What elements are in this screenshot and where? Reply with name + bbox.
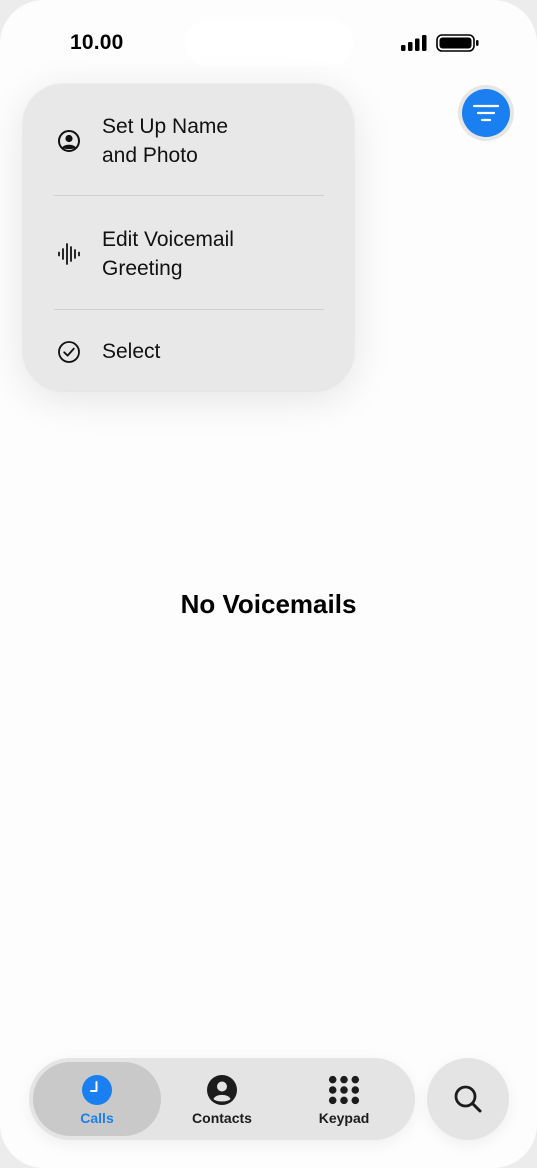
checkmark-circle-icon: [57, 340, 81, 364]
menu-item-label: Select: [102, 340, 161, 363]
menu-item-select[interactable]: Select: [23, 334, 354, 370]
cellular-signal-icon: [401, 35, 427, 51]
tab-contacts[interactable]: Contacts: [158, 1062, 286, 1136]
search-button[interactable]: [427, 1058, 509, 1140]
options-menu: Set Up Name and Photo Edit Voicemail Gre…: [23, 84, 354, 391]
menu-divider: [54, 195, 324, 196]
filter-button-inner: [462, 89, 510, 137]
menu-item-label: Set Up Name and Photo: [102, 115, 229, 167]
keypad-icon: [328, 1074, 360, 1106]
tab-bar: Calls Contacts Keypad: [29, 1058, 415, 1140]
status-time: 10.00: [70, 31, 124, 54]
waveform-icon: [57, 242, 81, 266]
tab-label: Calls: [80, 1110, 114, 1126]
phone-screen: 10.00 Set Up Name and Photo Edit Voicema…: [0, 0, 537, 1168]
menu-item-label: Edit Voicemail Greeting: [102, 228, 234, 280]
tab-label: Contacts: [192, 1110, 252, 1126]
person-icon: [206, 1074, 238, 1106]
empty-state-title: No Voicemails: [180, 589, 357, 619]
person-circle-icon: [57, 129, 81, 153]
battery-icon: [436, 34, 479, 52]
menu-item-set-up-name-photo[interactable]: Set Up Name and Photo: [23, 108, 354, 174]
filter-icon: [472, 104, 500, 122]
tab-keypad[interactable]: Keypad: [280, 1062, 408, 1136]
dynamic-island: [185, 20, 353, 66]
menu-item-edit-voicemail-greeting[interactable]: Edit Voicemail Greeting: [23, 221, 354, 287]
menu-divider: [54, 309, 324, 310]
search-icon: [454, 1085, 482, 1113]
tab-calls[interactable]: Calls: [33, 1062, 161, 1136]
tab-label: Keypad: [318, 1110, 370, 1126]
filter-button[interactable]: [458, 85, 514, 141]
clock-icon: [81, 1074, 113, 1106]
